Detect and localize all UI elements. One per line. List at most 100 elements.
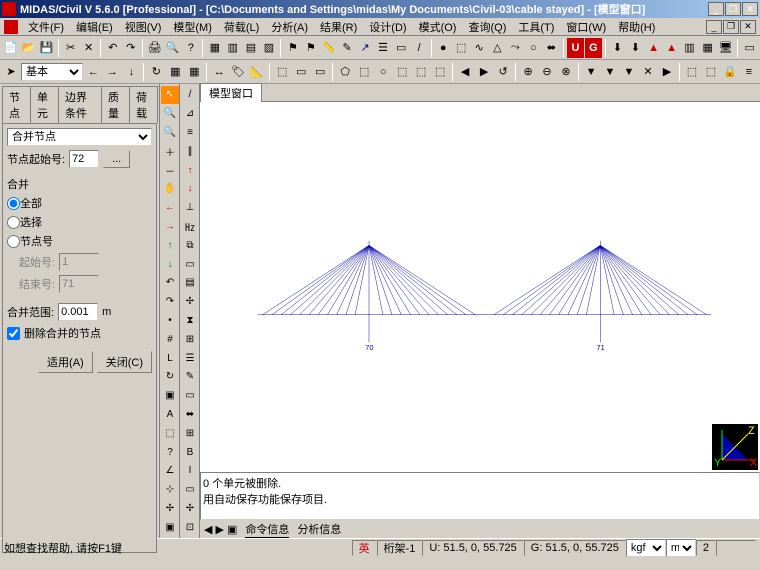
save-button[interactable]: 💾 bbox=[38, 38, 55, 58]
menu-tools[interactable]: 工具(T) bbox=[512, 19, 560, 35]
menu-analysis[interactable]: 分析(A) bbox=[265, 19, 314, 35]
vt1-panl-icon[interactable]: ← bbox=[161, 199, 179, 217]
vt1-rotl-icon[interactable]: ↶ bbox=[161, 274, 179, 292]
g-button[interactable]: G bbox=[585, 38, 602, 58]
minimize-button[interactable]: _ bbox=[708, 2, 724, 16]
vt2-19-icon[interactable]: ⊞ bbox=[181, 424, 199, 442]
close-button[interactable]: 关闭(C) bbox=[97, 351, 152, 373]
arrow-icon[interactable]: ↗ bbox=[357, 38, 374, 58]
vt1-axes-icon[interactable]: L bbox=[161, 349, 179, 367]
vt1-num-icon[interactable]: # bbox=[161, 330, 179, 348]
nav-down[interactable]: ↓ bbox=[122, 62, 140, 82]
select-none-icon[interactable]: ⬚ bbox=[412, 62, 430, 82]
btab-cmd[interactable]: 命令信息 bbox=[245, 521, 289, 538]
vt2-8-icon[interactable]: ㎐ bbox=[181, 218, 199, 236]
mdi-close-button[interactable]: ✕ bbox=[740, 20, 756, 34]
t40-icon[interactable]: ▶ bbox=[658, 62, 676, 82]
model-canvas[interactable]: 70 71 X Y Z bbox=[200, 102, 760, 472]
menu-result[interactable]: 结果(R) bbox=[314, 19, 363, 35]
vt2-2-icon[interactable]: ⊿ bbox=[181, 105, 199, 123]
t35-icon[interactable]: ⊗ bbox=[557, 62, 575, 82]
vt2-13-icon[interactable]: ⧗ bbox=[181, 312, 199, 330]
vt2-5-icon[interactable]: ↑ bbox=[181, 161, 199, 179]
print-button[interactable]: 🖨 bbox=[146, 38, 163, 58]
vt2-18-icon[interactable]: ⬌ bbox=[181, 406, 199, 424]
vt1-node-icon[interactable]: • bbox=[161, 312, 179, 330]
btab-analysis[interactable]: 分析信息 bbox=[297, 521, 341, 537]
vt1-move-icon[interactable]: ✢ bbox=[161, 500, 179, 518]
load2-icon[interactable]: ⬇ bbox=[627, 38, 644, 58]
vt1-panr-icon[interactable]: → bbox=[161, 218, 179, 236]
link-icon[interactable]: ∿ bbox=[471, 38, 488, 58]
vt1-zoomwin-icon[interactable]: 🔍 bbox=[161, 124, 179, 142]
element-icon[interactable]: ⬚ bbox=[453, 38, 470, 58]
select-all-icon[interactable]: ⬚ bbox=[393, 62, 411, 82]
load4-icon[interactable]: ▲ bbox=[663, 38, 680, 58]
vt2-10-icon[interactable]: ▭ bbox=[181, 255, 199, 273]
t34-icon[interactable]: ⊖ bbox=[538, 62, 556, 82]
measure-icon[interactable]: 📏 bbox=[321, 38, 338, 58]
wireframe-button[interactable]: ▥ bbox=[224, 38, 241, 58]
unit-length-combo[interactable]: m bbox=[666, 539, 696, 557]
t22-icon[interactable]: ⬚ bbox=[273, 62, 291, 82]
menu-query[interactable]: 查询(Q) bbox=[462, 19, 512, 35]
flag2-icon[interactable]: ⚑ bbox=[302, 38, 319, 58]
vt2-1-icon[interactable]: / bbox=[181, 86, 199, 104]
vt2-16-icon[interactable]: ✎ bbox=[181, 368, 199, 386]
support-icon[interactable]: △ bbox=[489, 38, 506, 58]
prev-sel-icon[interactable]: ◀ bbox=[456, 62, 474, 82]
help-button[interactable]: ? bbox=[182, 38, 199, 58]
t37-icon[interactable]: ▼ bbox=[601, 62, 619, 82]
vt2-15-icon[interactable]: ☰ bbox=[181, 349, 199, 367]
close-button[interactable]: ✕ bbox=[742, 2, 758, 16]
flag1-icon[interactable]: ⚑ bbox=[284, 38, 301, 58]
vt2-17-icon[interactable]: ▭ bbox=[181, 387, 199, 405]
start-num-input[interactable] bbox=[69, 150, 99, 168]
line-tool-icon[interactable]: / bbox=[411, 38, 428, 58]
vt1-measure-icon[interactable]: ∠ bbox=[161, 462, 179, 480]
menu-model[interactable]: 模型(M) bbox=[167, 19, 218, 35]
t32-icon[interactable]: ↺ bbox=[494, 62, 512, 82]
open-button[interactable]: 📂 bbox=[20, 38, 37, 58]
t44-icon[interactable]: ≡ bbox=[740, 62, 758, 82]
lock-icon[interactable]: 🔒 bbox=[721, 62, 739, 82]
select-rect-icon[interactable]: ⬚ bbox=[355, 62, 373, 82]
vt1-zoom-icon[interactable]: 🔍 bbox=[161, 105, 179, 123]
menu-view[interactable]: 视图(V) bbox=[119, 19, 168, 35]
refresh-icon[interactable]: ↻ bbox=[147, 62, 165, 82]
undo-button[interactable]: ↶ bbox=[104, 38, 121, 58]
menu-file[interactable]: 文件(F) bbox=[22, 19, 70, 35]
vt1-pan-icon[interactable]: ✋ bbox=[161, 180, 179, 198]
next-sel-icon[interactable]: ▶ bbox=[475, 62, 493, 82]
vt2-7-icon[interactable]: ⊥ bbox=[181, 199, 199, 217]
vt1-query-icon[interactable]: ? bbox=[161, 443, 179, 461]
unit-force-combo[interactable]: kgf bbox=[626, 539, 666, 557]
solid-button[interactable]: ▤ bbox=[242, 38, 259, 58]
tab-node[interactable]: 节点 bbox=[2, 86, 31, 123]
vt1-rotr-icon[interactable]: ↷ bbox=[161, 293, 179, 311]
node-icon[interactable]: ● bbox=[435, 38, 452, 58]
edit-icon[interactable]: ✎ bbox=[339, 38, 356, 58]
menu-design[interactable]: 设计(D) bbox=[363, 19, 412, 35]
t33-icon[interactable]: ⊕ bbox=[519, 62, 537, 82]
vt1-display-icon[interactable]: ▣ bbox=[161, 518, 179, 536]
operation-combo[interactable]: 合并节点 bbox=[7, 128, 152, 146]
spring-icon[interactable]: ⤳ bbox=[507, 38, 524, 58]
select-inv-icon[interactable]: ⬚ bbox=[431, 62, 449, 82]
u-button[interactable]: U bbox=[567, 38, 584, 58]
vt2-24-icon[interactable]: ⊡ bbox=[181, 518, 199, 536]
select-poly-icon[interactable]: ⬠ bbox=[336, 62, 354, 82]
grid-button[interactable]: ▦ bbox=[206, 38, 223, 58]
vt1-cursor-icon[interactable]: ↖ bbox=[161, 86, 179, 104]
vt1-snap-icon[interactable]: ⊹ bbox=[161, 481, 179, 499]
vt2-20-icon[interactable]: B bbox=[181, 443, 199, 461]
tab-mass[interactable]: 质量 bbox=[101, 86, 130, 123]
shade-button[interactable]: ▨ bbox=[260, 38, 277, 58]
tag-icon[interactable]: 🏷 bbox=[229, 62, 247, 82]
tab-load[interactable]: 荷载 bbox=[129, 86, 158, 123]
result3-icon[interactable]: 🖥 bbox=[717, 38, 734, 58]
vt2-14-icon[interactable]: ⊞ bbox=[181, 330, 199, 348]
release-icon[interactable]: ○ bbox=[525, 38, 542, 58]
vt1-group-icon[interactable]: ⬚ bbox=[161, 424, 179, 442]
vt1-refresh-icon[interactable]: ↻ bbox=[161, 368, 179, 386]
